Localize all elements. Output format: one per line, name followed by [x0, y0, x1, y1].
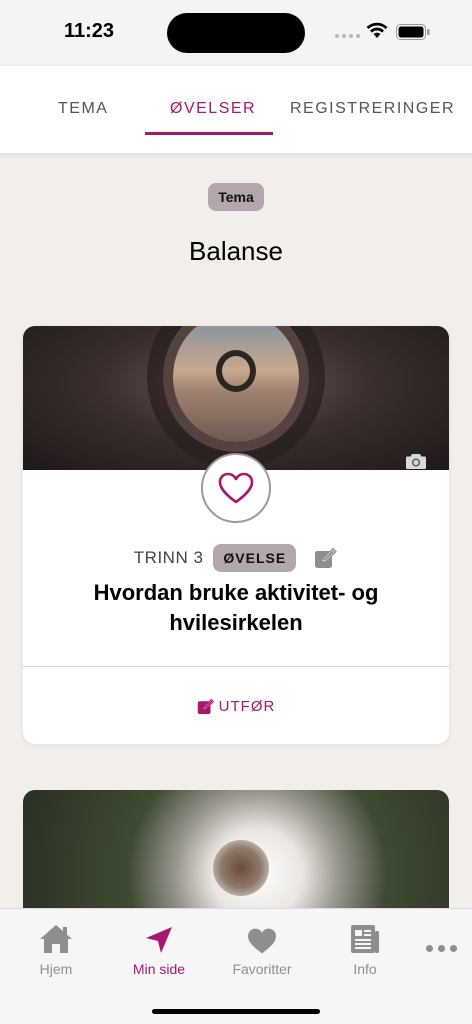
segment-tabs: TEMA ØVELSER REGISTRERINGER: [0, 66, 472, 153]
tabbar-item-info[interactable]: Info: [315, 921, 415, 977]
heart-outline-icon: [218, 472, 254, 504]
tabbar-item-min-side[interactable]: Min side: [109, 921, 209, 977]
wifi-icon: [366, 22, 388, 38]
tab-bar: Hjem Min side Favoritter Info: [0, 908, 472, 1024]
page-title: Balanse: [189, 236, 283, 266]
navigation-arrow-icon: [146, 927, 172, 953]
type-badge: ØVELSE: [213, 544, 297, 572]
edit-icon: [197, 698, 214, 714]
camera-icon[interactable]: [405, 453, 427, 470]
card-title: Hvordan bruke aktivitet- og hvilesirkele…: [93, 580, 379, 635]
cellular-signal-icon: [335, 34, 360, 38]
perform-label: UTFØR: [218, 697, 276, 715]
card-divider: [23, 666, 449, 667]
heart-icon: [248, 928, 276, 954]
battery-icon: [396, 24, 430, 40]
active-tab-indicator: [145, 132, 273, 135]
perform-button[interactable]: UTFØR: [23, 694, 449, 718]
dynamic-island: [167, 13, 305, 53]
tab-ovelser[interactable]: ØVELSER: [170, 100, 256, 118]
edit-icon: [314, 547, 338, 569]
tabbar-item-favoritter[interactable]: Favoritter: [212, 921, 312, 977]
tab-tema[interactable]: TEMA: [58, 100, 108, 118]
exercise-card-image[interactable]: [23, 790, 449, 910]
tab-registreringer[interactable]: REGISTRERINGER: [290, 100, 455, 118]
favorite-button[interactable]: [201, 453, 271, 523]
card-image: [23, 326, 449, 470]
step-label: TRINN 3: [133, 548, 204, 567]
home-icon: [40, 925, 72, 953]
more-icon[interactable]: [426, 945, 457, 952]
home-indicator: [152, 1009, 320, 1014]
exercise-card[interactable]: TRINN 3 ØVELSE Hvordan bruke aktivitet- …: [23, 326, 449, 744]
tema-badge: Tema: [208, 183, 264, 211]
status-bar: 11:23: [0, 0, 472, 66]
status-time: 11:23: [64, 20, 115, 42]
card-meta: TRINN 3 ØVELSE: [23, 544, 449, 572]
newspaper-icon: [351, 925, 379, 953]
tabbar-item-hjem[interactable]: Hjem: [6, 921, 106, 977]
